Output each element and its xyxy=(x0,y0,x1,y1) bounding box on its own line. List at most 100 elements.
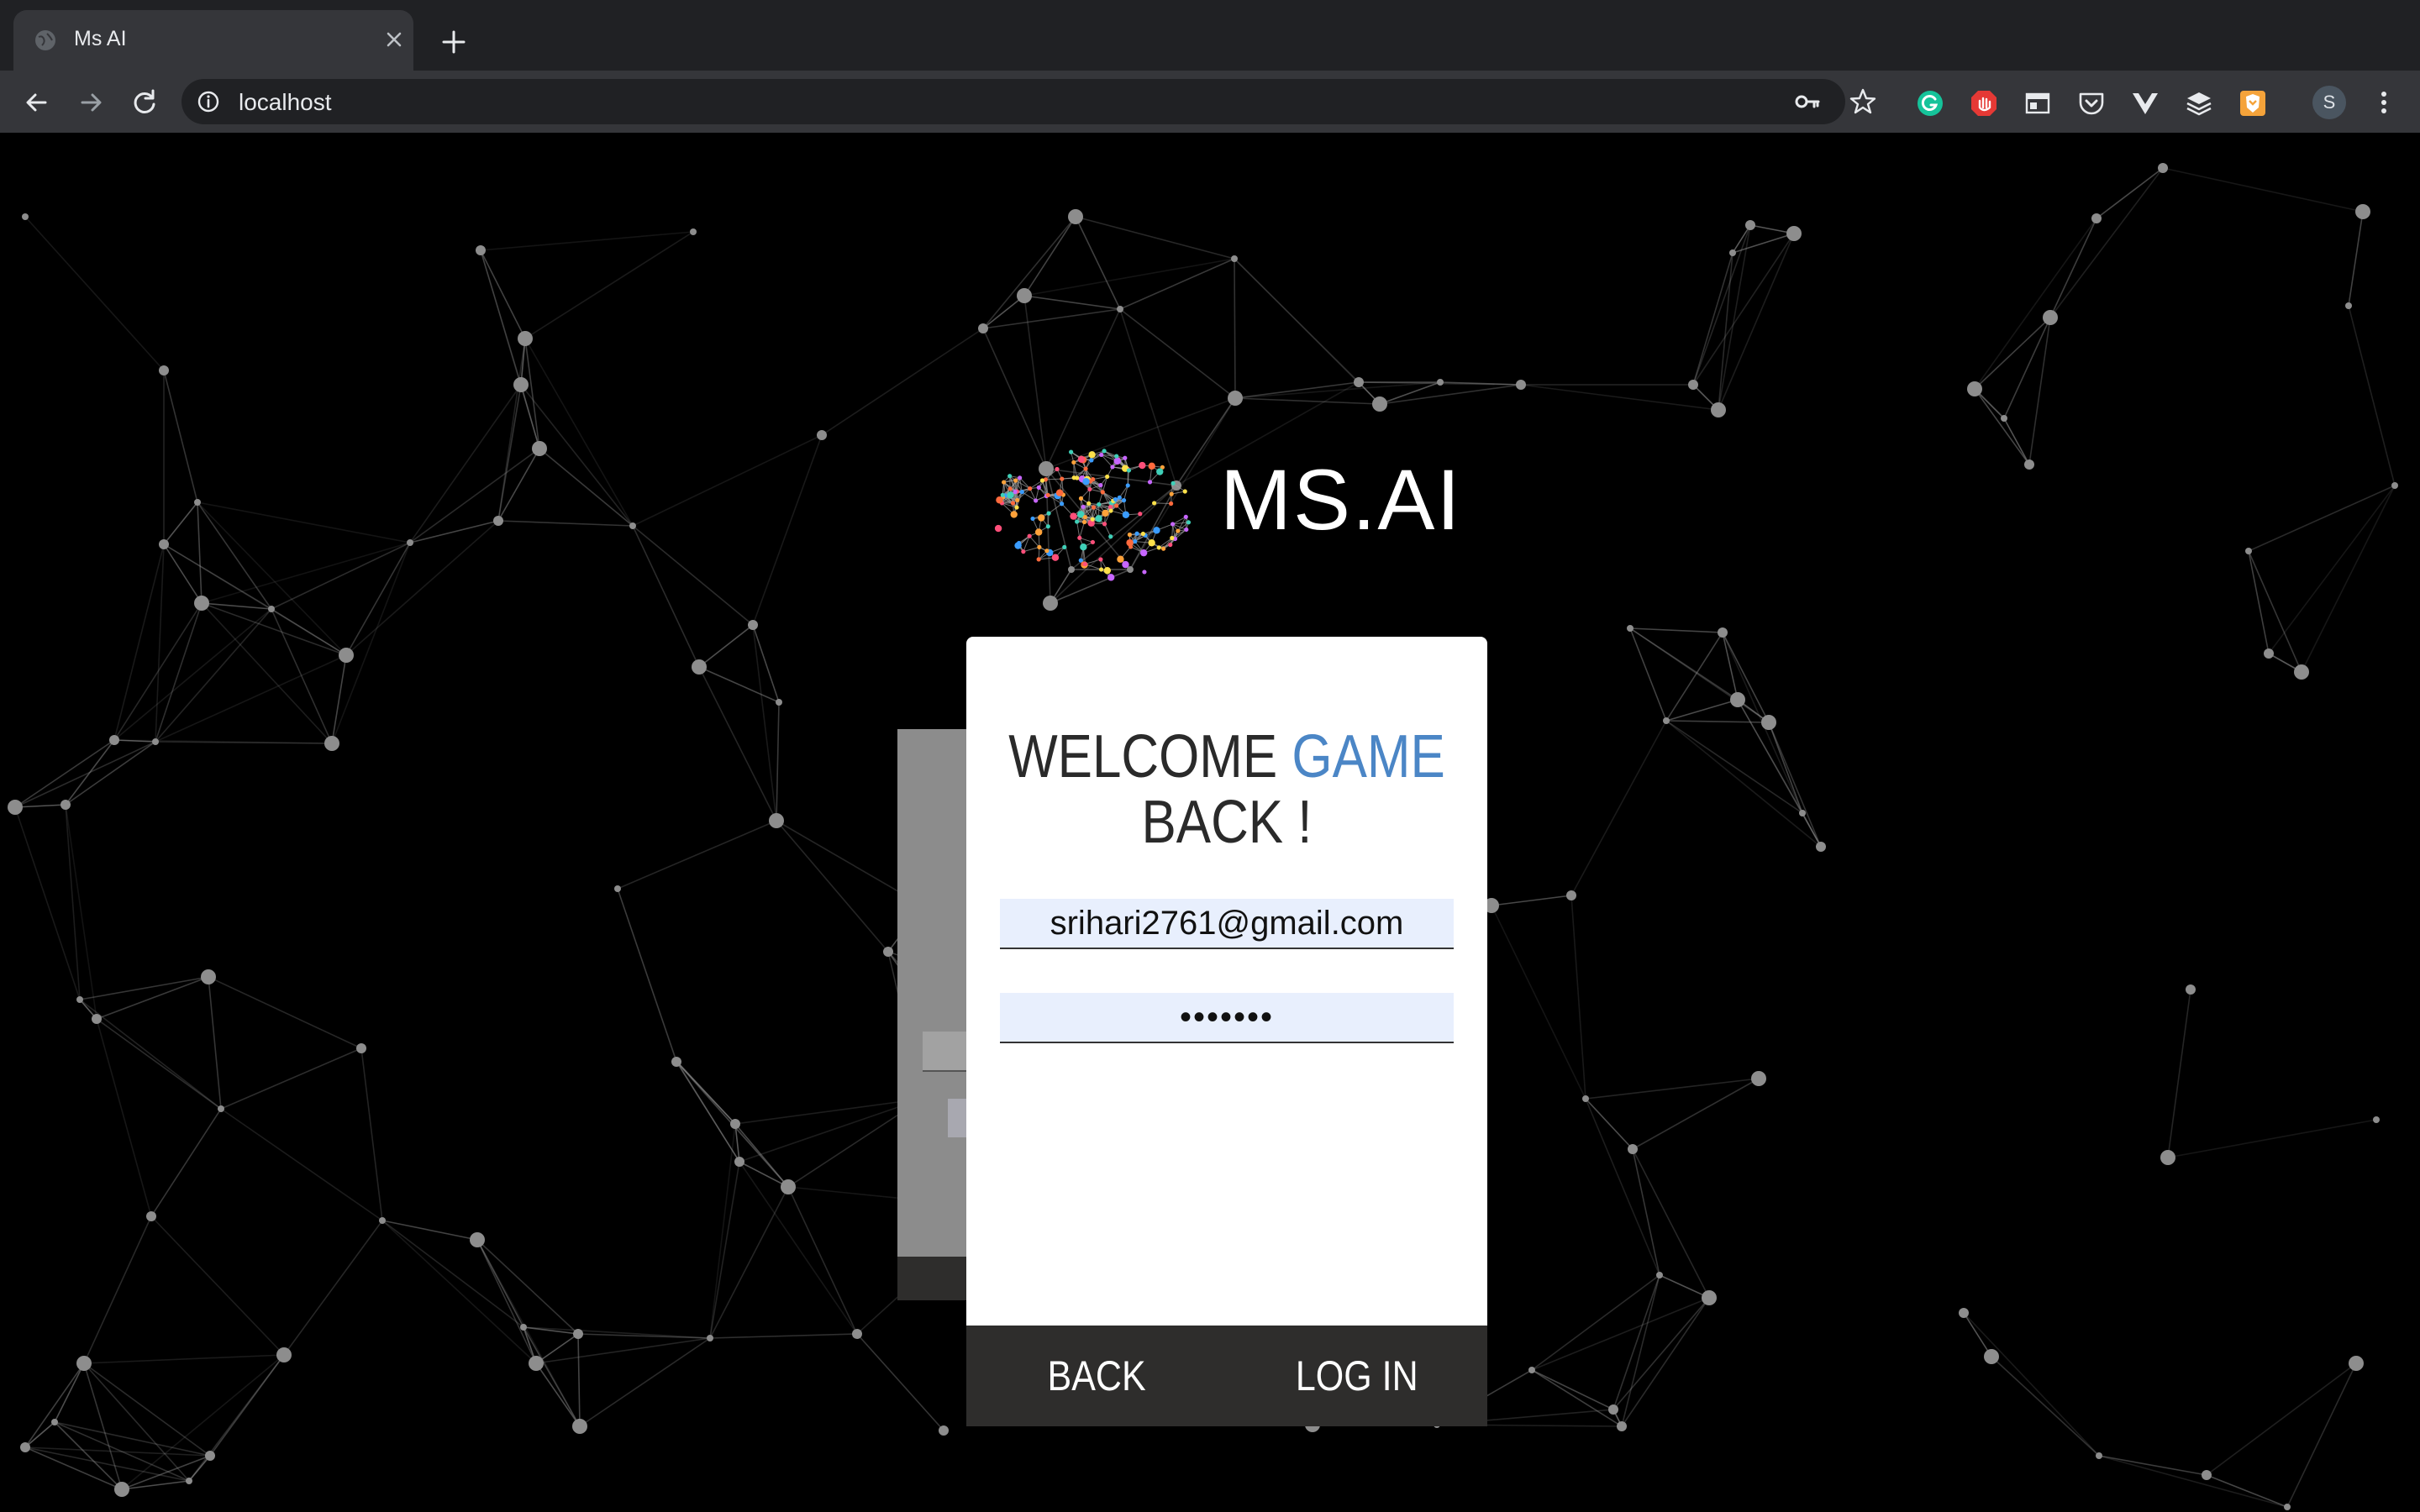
network-node xyxy=(194,596,209,611)
network-node xyxy=(1656,1272,1663,1278)
welcome-username: GAME xyxy=(1292,723,1445,790)
network-node xyxy=(776,699,782,706)
brand-name: MS.AI xyxy=(1220,452,1462,548)
network-node xyxy=(1984,1349,1999,1364)
network-node xyxy=(978,323,988,333)
network-node xyxy=(748,620,758,630)
network-node xyxy=(114,1482,129,1497)
network-node xyxy=(1745,220,1755,230)
layers-extension-icon[interactable] xyxy=(2185,89,2213,118)
network-node xyxy=(520,1324,527,1331)
network-node xyxy=(1628,1144,1638,1154)
network-node xyxy=(205,1451,215,1461)
welcome-heading: WELCOME GAME BACK ! xyxy=(1002,724,1450,855)
arrow-right-icon[interactable] xyxy=(74,86,108,119)
network-node xyxy=(407,539,413,546)
password-field[interactable] xyxy=(1000,993,1454,1043)
network-node xyxy=(20,1442,30,1452)
network-node xyxy=(1959,1308,1969,1318)
welcome-word: WELCOME xyxy=(1008,723,1278,790)
pocket-extension-icon[interactable] xyxy=(2077,89,2106,118)
network-node xyxy=(614,885,621,892)
login-card-footer: BACK LOG IN xyxy=(966,1326,1487,1426)
network-node xyxy=(852,1329,862,1339)
globe-icon xyxy=(35,30,55,50)
network-node xyxy=(159,539,169,549)
network-node xyxy=(339,648,354,663)
network-node xyxy=(186,1478,192,1484)
network-node xyxy=(1608,1404,1618,1415)
email-field[interactable] xyxy=(1000,899,1454,949)
network-node xyxy=(572,1419,587,1434)
reload-icon[interactable] xyxy=(128,86,161,119)
vue-devtools-extension-icon[interactable] xyxy=(2131,89,2160,118)
network-node xyxy=(1729,249,1736,256)
network-node xyxy=(734,1157,744,1167)
network-node xyxy=(1751,1071,1766,1086)
back-button[interactable]: BACK xyxy=(966,1326,1227,1426)
layout-extension-icon[interactable] xyxy=(2023,89,2052,118)
network-node xyxy=(781,1179,796,1194)
network-node xyxy=(1354,377,1364,387)
adblock-extension-icon[interactable] xyxy=(1970,89,1998,118)
network-node xyxy=(2391,482,2398,489)
network-node xyxy=(1702,1290,1717,1305)
welcome-back-word: BACK ! xyxy=(1141,789,1313,856)
network-node xyxy=(2245,548,2252,554)
network-node xyxy=(1528,1367,1535,1373)
profile-avatar[interactable]: S xyxy=(2312,86,2346,119)
brain-logo-icon xyxy=(994,449,1192,581)
brave-extension-icon[interactable] xyxy=(2238,89,2267,118)
network-node xyxy=(2202,1470,2212,1480)
network-node xyxy=(2091,213,2102,223)
plus-icon[interactable] xyxy=(437,25,471,59)
network-node xyxy=(769,813,784,828)
login-card: WELCOME GAME BACK ! BACK LOG IN xyxy=(966,637,1487,1426)
network-node xyxy=(8,800,23,815)
network-node xyxy=(379,1217,386,1224)
network-node xyxy=(1068,209,1083,224)
network-node xyxy=(2096,1452,2102,1459)
page-viewport: MS.AI WELCOME GAME BACK ! BACK LOG IN xyxy=(0,133,2420,1512)
address-bar[interactable]: localhost xyxy=(182,79,1876,124)
network-node xyxy=(1372,396,1387,412)
network-node xyxy=(2349,1356,2364,1371)
network-node xyxy=(218,1105,224,1112)
kebab-menu-icon[interactable] xyxy=(2371,86,2396,119)
network-node xyxy=(201,969,216,984)
network-node xyxy=(707,1335,713,1341)
network-node xyxy=(276,1347,292,1362)
network-node xyxy=(1117,306,1123,312)
network-node xyxy=(356,1043,366,1053)
info-icon[interactable] xyxy=(197,90,220,113)
network-node xyxy=(1231,255,1238,262)
network-node xyxy=(2284,1504,2291,1510)
login-button-label: LOG IN xyxy=(1296,1352,1418,1399)
network-node xyxy=(2001,415,2007,422)
network-node xyxy=(2294,664,2309,680)
arrow-left-icon[interactable] xyxy=(20,86,54,119)
network-node xyxy=(470,1232,485,1247)
browser-toolbar: localhost S xyxy=(0,71,2420,133)
browser-tab[interactable]: Ms AI xyxy=(13,10,413,71)
network-node xyxy=(22,213,29,220)
network-node xyxy=(2043,310,2058,325)
network-node xyxy=(692,659,707,675)
network-node xyxy=(476,245,486,255)
network-node xyxy=(324,736,339,751)
browser-tab-strip: Ms AI xyxy=(0,0,2420,71)
network-node xyxy=(1688,380,1698,390)
network-node xyxy=(1718,627,1728,638)
network-node xyxy=(1582,1095,1589,1102)
login-button[interactable]: LOG IN xyxy=(1227,1326,1487,1426)
network-node xyxy=(518,331,533,346)
network-node xyxy=(532,441,547,456)
key-icon[interactable] xyxy=(1793,87,1822,116)
network-node xyxy=(573,1329,583,1339)
grammarly-extension-icon[interactable] xyxy=(1916,89,1944,118)
close-icon[interactable] xyxy=(380,25,408,54)
network-node xyxy=(159,365,169,375)
back-button-label: BACK xyxy=(1047,1352,1146,1399)
star-icon[interactable] xyxy=(1849,87,1877,116)
network-node xyxy=(2158,163,2168,173)
